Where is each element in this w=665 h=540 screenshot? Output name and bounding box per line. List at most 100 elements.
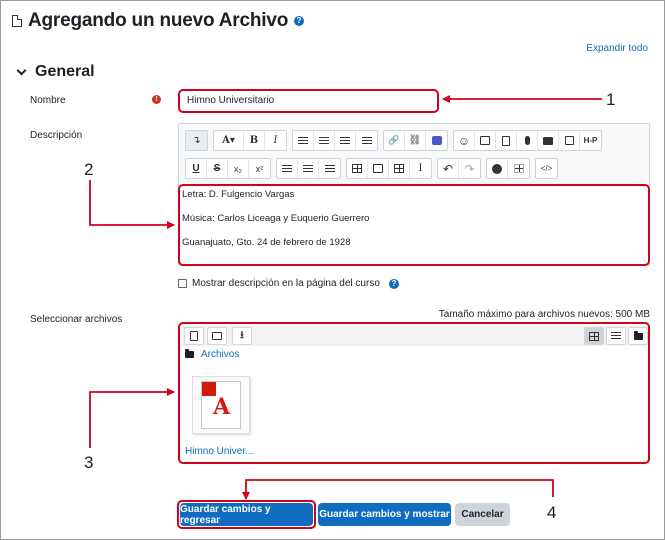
microphone-icon: [524, 136, 530, 145]
file-picker: ⭳ Archivos A Himno Univer...: [178, 322, 650, 464]
toolbar-group-lists: [292, 130, 378, 151]
show-description-checkbox[interactable]: [178, 279, 187, 288]
screenreader-helper-button[interactable]: [508, 159, 529, 178]
toolbar-group-a11y: [486, 158, 530, 179]
screenreader-icon: [513, 164, 524, 173]
toolbar-group-media: ☺ H-P: [453, 130, 602, 151]
h5p-icon: H-P: [583, 136, 598, 145]
link-button[interactable]: 🔗: [384, 131, 405, 150]
annotation-marker-4: 4: [547, 503, 557, 522]
emoji-icon: ☺: [457, 133, 471, 148]
required-icon: !: [152, 95, 161, 104]
show-more-icon[interactable]: ↴: [186, 131, 207, 150]
annotation-marker-1: 1: [606, 90, 616, 109]
description-line: Música: Carlos Liceaga y Euquerio Guerre…: [182, 213, 370, 224]
max-size-text: Tamaño máximo para archivos nuevos: 500 …: [438, 309, 650, 320]
file-icon: [12, 15, 22, 27]
file-picker-toolbar: ⭳: [182, 326, 648, 346]
save-return-button[interactable]: Guardar cambios y regresar: [180, 503, 313, 526]
toolbar-group-links: 🔗 ⛓: [383, 130, 448, 151]
underline-button[interactable]: U: [186, 159, 207, 178]
font-style-label: A: [222, 135, 230, 146]
add-file-button[interactable]: [184, 327, 204, 345]
align-left-button[interactable]: [277, 159, 298, 178]
section-general-toggle[interactable]: General: [16, 63, 95, 81]
html-button[interactable]: </>: [536, 159, 557, 178]
pdf-icon: A: [201, 381, 241, 429]
align-right-button[interactable]: [319, 159, 340, 178]
font-style-button[interactable]: A ▾: [214, 131, 244, 150]
toolbar-group-insert: I: [346, 158, 432, 179]
pencil-icon: [373, 164, 383, 173]
grid-view-icon: [589, 331, 599, 341]
toolbar-group-text: U S x₂ x²: [185, 158, 271, 179]
align-left-icon: [282, 164, 292, 173]
expand-all-link[interactable]: Expandir todo: [586, 43, 648, 54]
download-button[interactable]: ⭳: [232, 327, 252, 345]
clear-format-button[interactable]: I: [410, 159, 431, 178]
indent-icon: [340, 136, 350, 145]
redo-button[interactable]: ↷: [459, 159, 480, 178]
unordered-list-button[interactable]: [293, 131, 314, 150]
page-header: Agregando un nuevo Archivo ?: [12, 10, 305, 32]
edit-button[interactable]: [368, 159, 389, 178]
save-show-button[interactable]: Guardar cambios y mostrar: [318, 503, 451, 526]
image-icon: [480, 136, 490, 145]
teams-button[interactable]: [426, 131, 447, 150]
h5p-button[interactable]: H-P: [580, 131, 601, 150]
manage-files-icon: [564, 136, 574, 145]
outdent-icon: [361, 136, 372, 145]
emoji-button[interactable]: ☺: [454, 131, 475, 150]
annotation-marker-2: 2: [84, 160, 94, 179]
record-audio-button[interactable]: [517, 131, 538, 150]
video-camera-icon: [543, 136, 553, 145]
file-thumbnail[interactable]: A: [192, 376, 250, 434]
equation-button[interactable]: [347, 159, 368, 178]
superscript-button[interactable]: x²: [249, 159, 270, 178]
view-tree-button[interactable]: [628, 327, 648, 345]
indent-button[interactable]: [335, 131, 356, 150]
redo-icon: ↷: [464, 161, 475, 176]
cursor-i-icon: I: [418, 163, 423, 174]
breadcrumb-folder[interactable]: Archivos: [201, 349, 239, 360]
unlink-icon: ⛓: [408, 135, 422, 146]
subscript-button[interactable]: x₂: [228, 159, 249, 178]
toolbar-group-format: A ▾ B I: [213, 130, 287, 151]
list-view-icon: [611, 332, 621, 340]
help-icon[interactable]: ?: [388, 278, 399, 289]
cancel-button[interactable]: Cancelar: [455, 503, 510, 526]
unlink-button[interactable]: ⛓: [405, 131, 426, 150]
record-video-button[interactable]: [538, 131, 559, 150]
help-icon[interactable]: ?: [294, 16, 305, 26]
accessibility-icon: [492, 163, 502, 174]
view-list-button[interactable]: [606, 327, 626, 345]
description-line: Letra: D. Fulgencio Vargas: [182, 189, 295, 200]
description-label: Descripción: [30, 130, 83, 141]
italic-button[interactable]: I: [265, 131, 286, 150]
bold-button[interactable]: B: [244, 131, 265, 150]
accessibility-checker-button[interactable]: [487, 159, 508, 178]
ordered-list-button[interactable]: [314, 131, 335, 150]
description-textarea[interactable]: Letra: D. Fulgencio Vargas Música: Carlo…: [178, 184, 650, 266]
outdent-button[interactable]: [356, 131, 377, 150]
image-button[interactable]: [475, 131, 496, 150]
view-icons-button[interactable]: [584, 327, 604, 345]
show-description-label: Mostrar descripción en la página del cur…: [192, 278, 380, 289]
file-name[interactable]: Himno Univer...: [185, 446, 253, 457]
undo-icon: ↶: [442, 161, 454, 176]
download-icon: ⭳: [240, 329, 244, 341]
name-input[interactable]: Himno Universitario: [178, 89, 439, 113]
table-button[interactable]: [389, 159, 410, 178]
toolbar-group-align: [276, 158, 341, 179]
create-folder-button[interactable]: [207, 327, 227, 345]
add-file-icon: [190, 331, 198, 341]
align-center-button[interactable]: [298, 159, 319, 178]
media-button[interactable]: [496, 131, 517, 150]
strikethrough-button[interactable]: S: [207, 159, 228, 178]
folder-outline-icon: [212, 332, 222, 340]
table-icon: [394, 164, 404, 173]
section-title: General: [35, 63, 95, 80]
acrobat-mark: A: [213, 394, 231, 420]
manage-files-button[interactable]: [559, 131, 580, 150]
undo-button[interactable]: ↶: [438, 159, 459, 178]
